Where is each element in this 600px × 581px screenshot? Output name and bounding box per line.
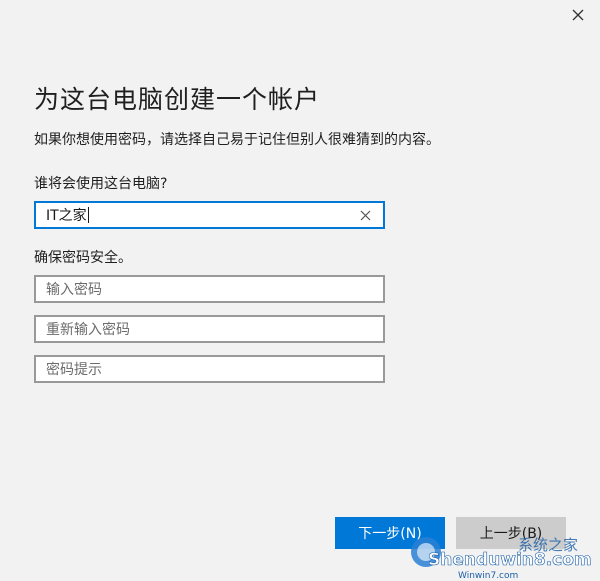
description-text: 如果你想使用密码，请选择自己易于记住但别人很难猜到的内容。 bbox=[34, 132, 440, 148]
password-field[interactable]: 输入密码 bbox=[34, 275, 385, 303]
reenter-password-field[interactable]: 重新输入密码 bbox=[34, 315, 385, 343]
back-button[interactable]: 上一步(B) bbox=[456, 517, 566, 549]
clear-x-icon bbox=[360, 210, 370, 220]
watermark-sub-text: Winwin7.com bbox=[458, 571, 518, 581]
clear-button[interactable] bbox=[357, 207, 373, 223]
next-button[interactable]: 下一步(N) bbox=[335, 517, 445, 549]
close-icon bbox=[572, 9, 584, 21]
username-field[interactable]: IT之家 bbox=[34, 201, 385, 229]
text-caret bbox=[87, 207, 89, 223]
password-section-label: 确保密码安全。 bbox=[34, 250, 132, 266]
username-value: IT之家 bbox=[46, 208, 87, 224]
close-button[interactable] bbox=[564, 4, 592, 26]
password-placeholder: 输入密码 bbox=[46, 282, 102, 298]
watermark-main-text: Shenduwin8.com bbox=[428, 550, 592, 570]
username-label: 谁将会使用这台电脑? bbox=[34, 176, 168, 192]
page-title: 为这台电脑创建一个帐户 bbox=[34, 85, 321, 114]
password-hint-field[interactable]: 密码提示 bbox=[34, 355, 385, 383]
password-hint-placeholder: 密码提示 bbox=[46, 362, 102, 378]
reenter-password-placeholder: 重新输入密码 bbox=[46, 322, 130, 338]
create-account-dialog: 为这台电脑创建一个帐户 如果你想使用密码，请选择自己易于记住但别人很难猜到的内容… bbox=[0, 0, 600, 581]
